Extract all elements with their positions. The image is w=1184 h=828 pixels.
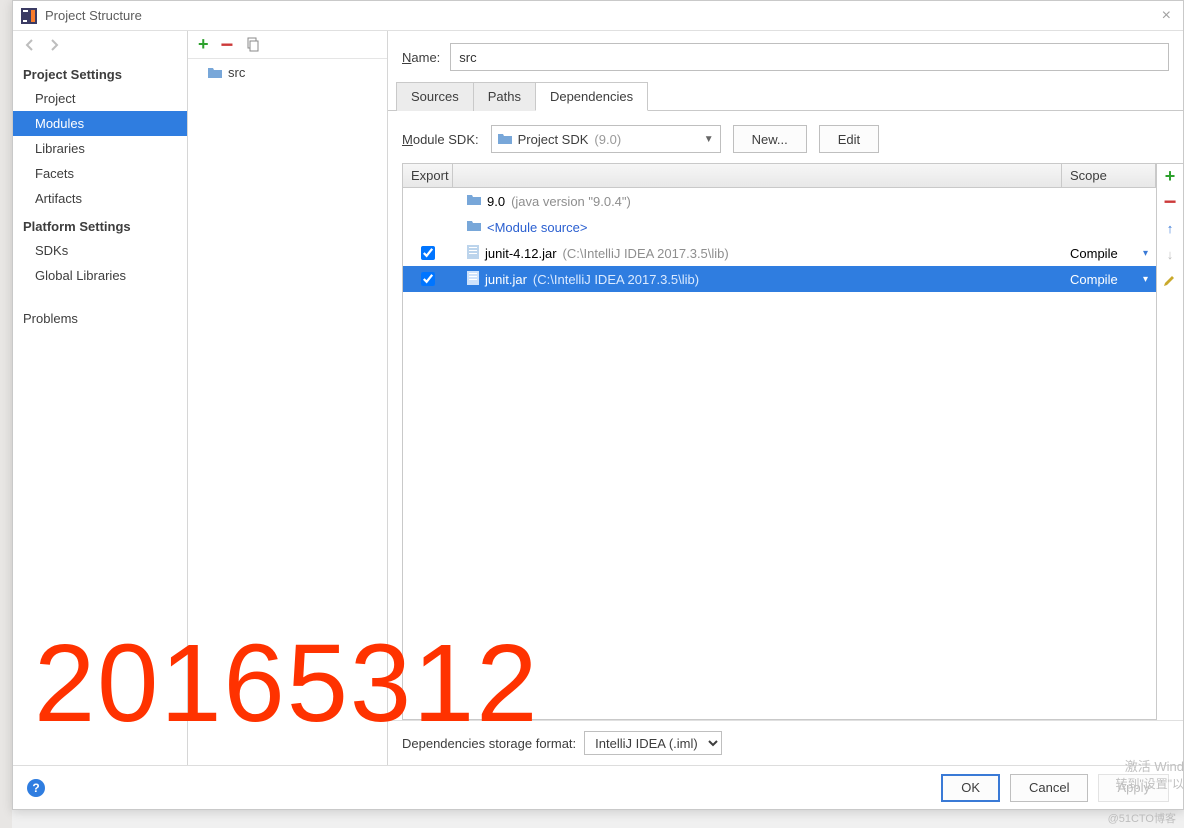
module-list-panel: + − src: [188, 31, 388, 765]
nav-project[interactable]: Project: [13, 86, 187, 111]
tab-paths[interactable]: Paths: [473, 82, 536, 111]
folder-icon: [208, 67, 222, 79]
module-toolbar: + −: [188, 31, 387, 59]
table-row[interactable]: <Module source>: [403, 214, 1156, 240]
jar-icon: [467, 245, 479, 262]
move-down-icon[interactable]: ↓: [1162, 246, 1178, 262]
table-row[interactable]: junit.jar (C:\IntelliJ IDEA 2017.3.5\lib…: [403, 266, 1156, 292]
module-item-src[interactable]: src: [188, 59, 387, 86]
storage-format-select[interactable]: IntelliJ IDEA (.iml): [584, 731, 722, 755]
section-header-project: Project Settings: [13, 59, 187, 86]
edit-sdk-button[interactable]: Edit: [819, 125, 879, 153]
remove-dependency-icon[interactable]: −: [1162, 194, 1178, 210]
dependency-name: junit.jar: [485, 272, 527, 287]
module-sdk-select[interactable]: Project SDK (9.0) ▼: [491, 125, 721, 153]
titlebar: Project Structure ×: [13, 1, 1183, 31]
close-icon[interactable]: ×: [1158, 7, 1175, 25]
window-title: Project Structure: [45, 8, 1158, 23]
remove-module-icon[interactable]: −: [221, 40, 234, 50]
nav-modules[interactable]: Modules: [13, 111, 187, 136]
nav-sdks[interactable]: SDKs: [13, 238, 187, 263]
background-window-fragment: [0, 810, 1184, 828]
dependency-detail: (C:\IntelliJ IDEA 2017.3.5\lib): [563, 246, 729, 261]
edit-dependency-icon[interactable]: [1162, 272, 1178, 288]
storage-format-label: Dependencies storage format:: [402, 736, 576, 751]
add-dependency-icon[interactable]: +: [1162, 168, 1178, 184]
table-row[interactable]: 9.0 (java version "9.0.4"): [403, 188, 1156, 214]
dependency-name: 9.0: [487, 194, 505, 209]
module-sdk-label: Module SDK:: [402, 132, 479, 147]
nav-problems[interactable]: Problems: [13, 306, 187, 331]
dependencies-table: Export Scope 9.0 (java version "9.0.4") <…: [402, 164, 1157, 720]
section-header-platform: Platform Settings: [13, 211, 187, 238]
new-sdk-button[interactable]: New...: [733, 125, 807, 153]
dialog-footer: ? OK Cancel Apply: [13, 765, 1183, 809]
dependency-side-toolbar: + − ↑ ↓: [1157, 164, 1183, 720]
name-label: Name:: [402, 50, 440, 65]
tab-sources[interactable]: Sources: [396, 82, 474, 111]
table-row[interactable]: junit-4.12.jar (C:\IntelliJ IDEA 2017.3.…: [403, 240, 1156, 266]
sidebar: Project Settings Project Modules Librari…: [13, 31, 188, 765]
sdk-version: (9.0): [594, 132, 621, 147]
sidebar-nav-toolbar: [13, 31, 187, 59]
module-name: src: [228, 65, 245, 80]
forward-icon[interactable]: [47, 38, 61, 52]
name-input[interactable]: [450, 43, 1169, 71]
chevron-down-icon: ▼: [704, 134, 714, 145]
scope-cell[interactable]: Compile▾: [1062, 246, 1156, 261]
project-structure-dialog: Project Structure × Project Settings Pro…: [12, 0, 1184, 810]
table-header: Export Scope: [403, 164, 1156, 188]
move-up-icon[interactable]: ↑: [1162, 220, 1178, 236]
nav-artifacts[interactable]: Artifacts: [13, 186, 187, 211]
tabs: Sources Paths Dependencies: [388, 81, 1183, 111]
nav-facets[interactable]: Facets: [13, 161, 187, 186]
tab-dependencies[interactable]: Dependencies: [535, 82, 648, 111]
scope-cell[interactable]: Compile▾: [1062, 272, 1156, 287]
cancel-button[interactable]: Cancel: [1010, 774, 1088, 802]
col-scope[interactable]: Scope: [1062, 164, 1156, 187]
export-checkbox[interactable]: [421, 246, 435, 260]
nav-libraries[interactable]: Libraries: [13, 136, 187, 161]
apply-button[interactable]: Apply: [1098, 774, 1169, 802]
col-export[interactable]: Export: [403, 164, 453, 187]
add-module-icon[interactable]: +: [198, 34, 209, 55]
main-panel: Name: Sources Paths Dependencies Module …: [388, 31, 1183, 765]
help-icon[interactable]: ?: [27, 779, 45, 797]
nav-global-libraries[interactable]: Global Libraries: [13, 263, 187, 288]
folder-icon: [467, 220, 481, 235]
export-checkbox[interactable]: [421, 272, 435, 286]
ok-button[interactable]: OK: [941, 774, 1000, 802]
dependency-name: <Module source>: [487, 220, 587, 235]
folder-icon: [498, 133, 512, 145]
sdk-icon: [467, 194, 481, 209]
back-icon[interactable]: [23, 38, 37, 52]
jar-icon: [467, 271, 479, 288]
sdk-value: Project SDK: [518, 132, 589, 147]
copy-module-icon[interactable]: [245, 37, 261, 53]
dependency-detail: (C:\IntelliJ IDEA 2017.3.5\lib): [533, 272, 699, 287]
dependency-detail: (java version "9.0.4"): [511, 194, 631, 209]
app-icon: [21, 8, 37, 24]
dependency-name: junit-4.12.jar: [485, 246, 557, 261]
col-name: [453, 164, 1062, 187]
